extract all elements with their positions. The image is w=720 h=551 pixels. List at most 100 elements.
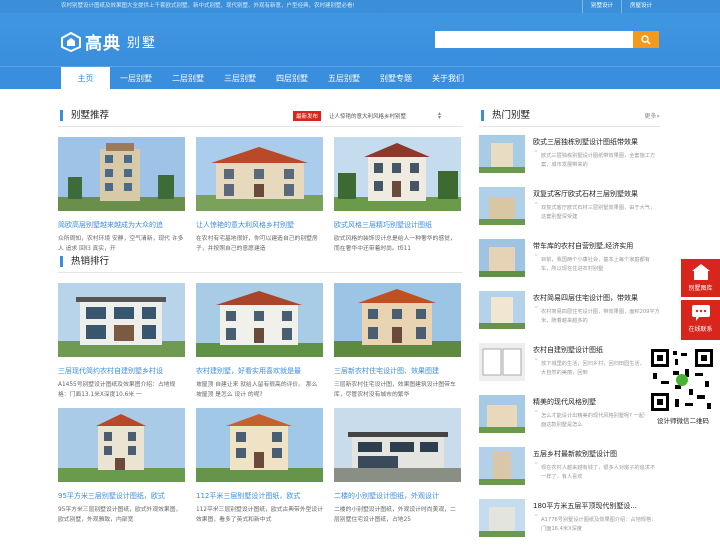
villa-image[interactable] <box>196 283 323 357</box>
hot-list-item[interactable]: “ 180平方米五层平顶现代别墅设... A1776号别墅设计图纸及效果图介绍：占… <box>479 499 660 551</box>
quote-icon: “ <box>534 201 539 210</box>
hot-list-item[interactable]: “ 农村自建别墅设计图纸放下城里的生活，回归乡村，回归田园生活，感受大自然的美丽… <box>479 343 660 395</box>
card-title[interactable]: 农村建别墅，好看实用喜欢就是最 <box>196 366 323 376</box>
hot-thumb[interactable] <box>479 291 525 329</box>
villa-card[interactable]: 简欧高层别墅越来越成为大众的追 众所周知，农村环境 安静，空气清新，现代 许多人… <box>58 137 185 254</box>
villa-card[interactable]: 二楼的小别墅设计图纸，外观设计 二楼的小别墅设计图纸，外观设计时尚美观，二层别墅… <box>334 408 461 525</box>
search-input[interactable] <box>435 31 633 48</box>
villa-image[interactable] <box>334 283 461 357</box>
card-desc: A1455号别墅设计图纸及效果图介绍：占地规格：门面13.1米X深度10.6米 … <box>58 382 176 398</box>
card-title[interactable]: 简欧高层别墅越来越成为大众的追 <box>58 220 185 230</box>
villa-image[interactable] <box>58 408 185 482</box>
nav-three-floor[interactable]: 三层别墅 <box>214 67 266 90</box>
hot-title[interactable]: 欧式三层独栋别墅设计图纸带效果 <box>533 137 660 147</box>
hot-desc: 欧式三层独栋别墅设计图纸带效果图，全套施工方案，城市发展带来的 <box>541 153 656 168</box>
section-hot-header: 热门别墅 更多» <box>479 104 660 127</box>
logo-sub: 别墅 <box>127 36 158 51</box>
hot-desc: 怎么才能设计出精美的现代风格别墅呢? 一起看看下面这款别墅是怎么 <box>541 413 660 428</box>
hot-title[interactable]: 精美的现代风格别墅 <box>533 397 660 407</box>
villa-card[interactable]: 三层现代简约农村自建别墅乡村设 A1455号别墅设计图纸及效果图介绍：占地规格：… <box>58 283 185 400</box>
villa-card[interactable]: 欧式风格三层精巧别墅设计图纸 欧式风格的装饰设计总是给人一种奢华的感觉，而在奢华… <box>334 137 461 254</box>
card-desc: 二楼的小别墅设计图纸，外观设计时尚美观，二层别墅住宅设计图纸，占地25 <box>334 507 456 523</box>
hot-list-item[interactable]: “ 五层乡村最新款别墅设计图 现在农村人越来越有钱了，很多人对房子的追求不一样了，… <box>479 447 660 499</box>
hot-list-item[interactable]: “ 带车库的农村自营别墅,经济实用目前，我国两个小康社会，基本上每个家庭都有车，… <box>479 239 660 291</box>
nav-about[interactable]: 关于我们 <box>422 67 474 90</box>
nav-two-floor[interactable]: 二层别墅 <box>162 67 214 90</box>
hot-thumb[interactable] <box>479 447 525 485</box>
nav-five-floor[interactable]: 五层别墅 <box>318 67 370 90</box>
logo-house-icon <box>61 31 81 52</box>
top-link-house-design[interactable]: 房屋设计 <box>620 0 660 13</box>
hot-thumb[interactable] <box>479 239 525 277</box>
hot-title[interactable]: 农村自建别墅设计图纸 <box>533 345 660 355</box>
hot-list-item[interactable]: “ 双复式客厅欧式石材三层别墅效果 双复式客厅欧式石材三层别墅效果图，由于大气，这… <box>479 187 660 239</box>
villa-image[interactable] <box>58 137 185 211</box>
villa-card[interactable]: 三层新农村住宅设计图、效果图建 三层新农村住宅设计图，效果图建筑设计图带车库，尽… <box>334 283 461 400</box>
card-title[interactable]: 三层现代简约农村自建别墅乡村设 <box>58 366 185 376</box>
hot-list-item[interactable]: “ 欧式三层独栋别墅设计图纸带效果 欧式三层独栋别墅设计图纸带效果图，全套施工方案… <box>479 135 660 187</box>
hot-title[interactable]: 双复式客厅欧式石材三层别墅效果 <box>533 189 660 199</box>
card-desc: 坡屋顶 自建让来 就给人留有很高的评价。 那么 坡屋顶 是怎么 设计 的呢? <box>196 382 318 398</box>
hotsale-grid: 三层现代简约农村自建别墅乡村设 A1455号别墅设计图纸及效果图介绍：占地规格：… <box>58 283 463 533</box>
quote-icon: “ <box>534 409 539 418</box>
search-button[interactable] <box>633 31 659 48</box>
card-desc: 112平米三层别墅设计图纸，欧式古典带外型设计效果图，看多了英式和新中式 <box>196 507 323 523</box>
villa-card[interactable]: 112平米三层别墅设计图纸，欧式 112平米三层别墅设计图纸，欧式古典带外型设计… <box>196 408 323 525</box>
villa-image[interactable] <box>196 137 323 211</box>
ticker-arrows-icon[interactable]: ▴ ▾ <box>438 111 441 121</box>
nav-topics[interactable]: 别墅专题 <box>370 67 422 90</box>
logo-brand: 高典 <box>85 34 121 54</box>
villa-card[interactable]: 农村建别墅，好看实用喜欢就是最 坡屋顶 自建让来 就给人留有很高的评价。 那么 … <box>196 283 323 400</box>
villa-card[interactable]: 95平方米三层别墅设计图纸，欧式 95平方米三层别墅设计图纸，欧式外观效果图，欧… <box>58 408 185 525</box>
card-title[interactable]: 95平方米三层别墅设计图纸，欧式 <box>58 491 185 501</box>
nav-one-floor[interactable]: 一层别墅 <box>110 67 162 90</box>
hot-thumb[interactable] <box>479 135 525 173</box>
ticker-link[interactable]: 让人惊艳的意大利风格乡村别墅 <box>329 112 406 120</box>
quote-icon: “ <box>534 253 539 262</box>
recommend-grid: 简欧高层别墅越来越成为大众的追 众所周知，农村环境 安静，空气清新，现代 许多人… <box>58 137 463 262</box>
nav-four-floor[interactable]: 四层别墅 <box>266 67 318 90</box>
search-icon <box>641 34 651 45</box>
hot-desc: 放下城里的生活，回归乡村，回归田园生活，感受大自然的美丽，回到 <box>541 361 656 376</box>
hot-list-item[interactable]: “ 农村简易四层住宅设计图，带效果农村简易四层住宅设计图，带效果图，面积209平… <box>479 291 660 343</box>
hot-title[interactable]: 带车库的农村自营别墅,经济实用 <box>533 241 660 251</box>
card-title[interactable]: 三层新农村住宅设计图、效果图建 <box>334 366 461 376</box>
quote-icon: “ <box>534 357 539 366</box>
quote-icon: “ <box>534 305 539 314</box>
hot-desc: A1776号别墅设计图纸及效果图介绍：占地规格：门面16.4米X深度 <box>541 517 657 532</box>
villa-image[interactable] <box>334 137 461 211</box>
section-title: 热销排行 <box>60 256 109 267</box>
site-logo[interactable]: 高典 别墅 <box>61 29 157 54</box>
top-link-villa-design[interactable]: 别墅设计 <box>581 0 621 13</box>
card-title[interactable]: 欧式风格三层精巧别墅设计图纸 <box>334 220 461 230</box>
villa-card[interactable]: 让人惊艳的意大利风格乡村别墅 在农村有宅基地很好，你可以建造自己的别墅房子，并按… <box>196 137 323 254</box>
hot-title[interactable]: 五层乡村最新款别墅设计图 <box>533 449 660 459</box>
hot-title[interactable]: 180平方米五层平顶现代别墅设... <box>533 501 660 511</box>
float-contact-label: 在线联系 <box>688 326 713 333</box>
hot-list-item[interactable]: “ 精美的现代风格别墅怎么才能设计出精美的现代风格别墅呢? 一起看看下面这款别墅… <box>479 395 660 447</box>
float-gallery-label: 别墅图库 <box>688 285 713 292</box>
float-contact-button[interactable]: 在线联系 <box>681 300 720 340</box>
hot-list: “ 欧式三层独栋别墅设计图纸带效果欧式三层独栋别墅设计图纸带效果图，全套施工方案… <box>479 135 660 551</box>
villa-image[interactable] <box>196 408 323 482</box>
hot-desc: 目前，我国两个小康社会，基本上每个家庭都有车，所以现在住进农村别墅 <box>541 257 650 272</box>
card-title[interactable]: 让人惊艳的意大利风格乡村别墅 <box>196 220 323 230</box>
card-title[interactable]: 二楼的小别墅设计图纸，外观设计 <box>334 491 461 501</box>
quote-icon: “ <box>534 513 539 522</box>
more-link[interactable]: 更多» <box>644 111 660 120</box>
nav-home[interactable]: 主页 <box>61 67 110 90</box>
search-box <box>435 31 659 48</box>
hot-thumb[interactable] <box>479 395 525 433</box>
hot-thumb[interactable] <box>479 499 525 537</box>
ticker-tag: 最新发布 <box>293 111 322 121</box>
villa-image[interactable] <box>334 408 461 482</box>
card-title[interactable]: 112平米三层别墅设计图纸，欧式 <box>196 491 323 501</box>
hot-thumb[interactable] <box>479 187 525 225</box>
hot-desc: 农村简易四层住宅设计图，带效果图，面积209平方米，随着越来越多的 <box>541 309 660 324</box>
hot-title[interactable]: 农村简易四层住宅设计图，带效果 <box>533 293 660 303</box>
float-gallery-button[interactable]: 别墅图库 <box>681 259 720 297</box>
villa-image[interactable] <box>58 283 185 357</box>
hot-thumb[interactable] <box>479 343 525 381</box>
sidebar: 热门别墅 更多» “ 欧式三层独栋别墅设计图纸带效果欧式三层独栋别墅设计图纸带效… <box>479 104 660 551</box>
news-ticker: 最新发布 让人惊艳的意大利风格乡村别墅 ▴ ▾ <box>293 111 441 121</box>
